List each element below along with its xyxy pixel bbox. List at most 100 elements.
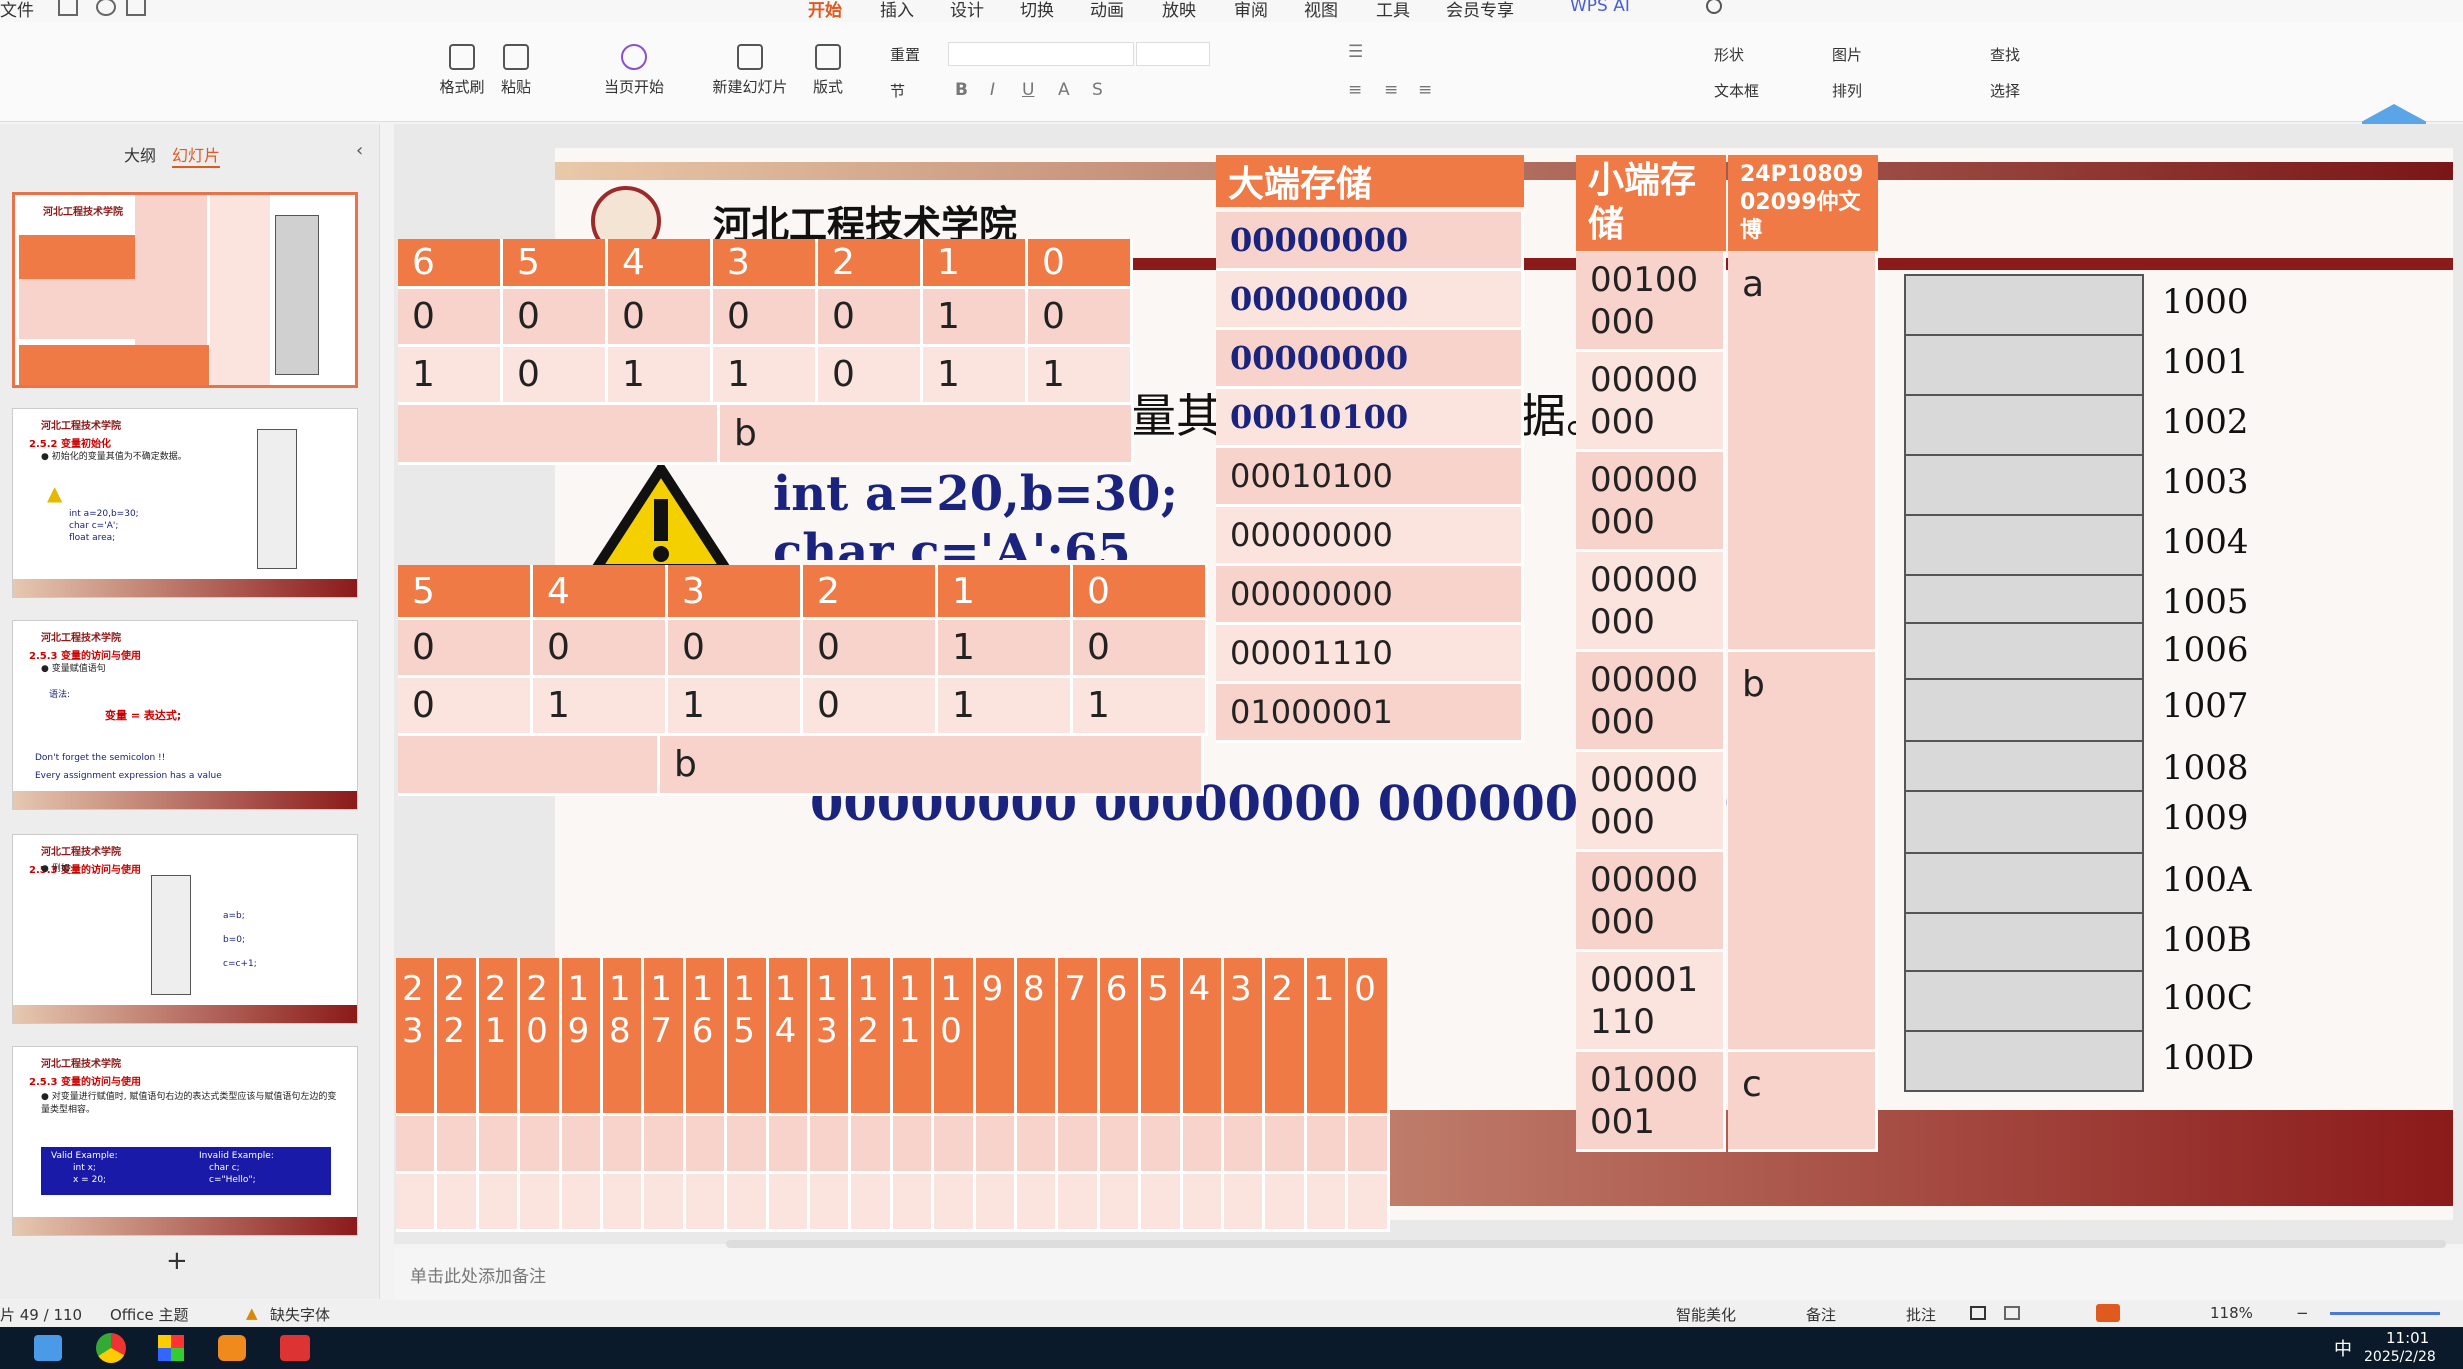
memory-address: 100C (2162, 978, 2253, 1018)
notes-button[interactable]: 备注 (1806, 1304, 1836, 1325)
tab-member[interactable]: 会员专享 (1446, 0, 1514, 21)
table-cell: 1 (713, 347, 818, 405)
picture-button[interactable]: 图片 (1832, 44, 1862, 65)
tab-slides[interactable]: 幻灯片 (172, 142, 221, 168)
table-cell: 0 (803, 620, 938, 678)
italic-icon[interactable]: I (990, 80, 995, 100)
reset-button[interactable]: 重置 (890, 44, 920, 65)
zoom-out-icon[interactable]: − (2296, 1304, 2309, 1322)
align-right-icon[interactable]: ≡ (1418, 80, 1432, 100)
redo-icon[interactable] (96, 0, 116, 16)
from-current-button[interactable]: 当页开始 (594, 44, 674, 97)
table-cell (398, 405, 720, 465)
little-endian-row: 00000000 (1576, 552, 1726, 652)
beautify-button[interactable]: 智能美化 (1676, 1304, 1736, 1325)
thumb-text: Don't forget the semicolon !! (35, 753, 166, 763)
zoom-slider[interactable] (2330, 1312, 2440, 1315)
sorter-view-icon[interactable] (2004, 1306, 2020, 1320)
format-painter-button[interactable]: 格式刷 (432, 44, 492, 97)
table-cell: 1 (938, 620, 1073, 678)
slide-thumb-52[interactable]: 河北工程技术学院 2.5.3 变量的访问与使用 ● 例如: a=b; b=0; … (12, 834, 358, 1024)
bit-header-cell: 3 (1224, 958, 1266, 1116)
notes-area[interactable]: 单击此处添加备注 (394, 1248, 2463, 1300)
table-cell: 1 (1073, 678, 1208, 736)
search-icon[interactable] (1706, 0, 1722, 14)
little-endian-row: 01000001 (1576, 1052, 1726, 1152)
underline-icon[interactable]: U (1022, 80, 1034, 100)
print-icon[interactable] (126, 0, 146, 16)
bit-header-cell: 2 (1265, 958, 1307, 1116)
table-cell: 0 (398, 289, 503, 347)
tab-design[interactable]: 设计 (950, 0, 984, 21)
slide-thumb-53[interactable]: 河北工程技术学院 2.5.3 变量的访问与使用 ● 对变量进行赋值时, 赋值语句… (12, 1046, 358, 1236)
code-line-1: int a=20,b=30; (773, 466, 1179, 522)
missing-font-label[interactable]: 缺失字体 (270, 1304, 330, 1325)
bit-cell (768, 1174, 810, 1232)
paste-button[interactable]: 粘贴 (494, 44, 538, 97)
comment-button[interactable]: 批注 (1906, 1304, 1936, 1325)
ime-indicator[interactable]: 中 (2334, 1335, 2352, 1361)
save-icon[interactable] (58, 0, 78, 16)
thumb-big-endian (135, 195, 207, 345)
tab-insert[interactable]: 插入 (880, 0, 914, 21)
tab-slideshow[interactable]: 放映 (1162, 0, 1196, 21)
table-cell: 0 (533, 620, 668, 678)
section-button[interactable]: 节 (890, 80, 905, 101)
chrome-icon[interactable] (96, 1333, 126, 1363)
strikethrough-icon[interactable]: A (1058, 80, 1070, 100)
tab-wps-ai[interactable]: WPS AI (1570, 0, 1630, 16)
tab-review[interactable]: 审阅 (1234, 0, 1268, 21)
table-cell: 0 (803, 678, 938, 736)
align-left-icon[interactable]: ≡ (1348, 80, 1362, 100)
bit-cell (396, 1116, 438, 1174)
find-button[interactable]: 查找 (1990, 44, 2020, 65)
bold-icon[interactable]: B (955, 80, 968, 100)
tab-tools[interactable]: 工具 (1376, 0, 1410, 21)
tab-animation[interactable]: 动画 (1090, 0, 1124, 21)
select-button[interactable]: 选择 (1990, 80, 2020, 101)
bullets-icon[interactable]: ☰ (1348, 42, 1363, 62)
bit-cell (478, 1174, 521, 1232)
bit-cell (1017, 1174, 1059, 1232)
bit-cell (1058, 1116, 1100, 1174)
app-icon[interactable] (158, 1335, 184, 1361)
clock-time[interactable]: 11:01 (2386, 1329, 2429, 1347)
shape-button[interactable]: 形状 (1714, 44, 1744, 65)
new-slide-button[interactable]: 新建幻灯片 (700, 44, 800, 97)
shadow-icon[interactable]: S (1092, 80, 1103, 100)
little-endian-row: 00100000 (1576, 252, 1726, 352)
table-cell: 1 (398, 347, 503, 405)
add-slide-button[interactable]: + (166, 1246, 188, 1276)
bit-cell (851, 1174, 893, 1232)
bit-cell (478, 1116, 521, 1174)
tab-transition[interactable]: 切换 (1020, 0, 1054, 21)
zoom-level[interactable]: 118% (2210, 1304, 2253, 1322)
tab-outline[interactable]: 大纲 (124, 142, 156, 166)
slide-thumb-49[interactable]: 河北工程技术学院 (12, 192, 358, 388)
table-cell: 1 (668, 678, 803, 736)
slide-thumb-51[interactable]: 河北工程技术学院 2.5.3 变量的访问与使用 ● 变量赋值语句 语法: 变量 … (12, 620, 358, 810)
menu-file[interactable]: 文件 (0, 0, 34, 21)
thumb-band (13, 791, 357, 809)
little-endian-row: 00000000 (1576, 452, 1726, 552)
memory-cell (1904, 1030, 2144, 1092)
textbox-button[interactable]: 文本框 (1714, 80, 1759, 101)
horizontal-scrollbar[interactable] (726, 1240, 2446, 1248)
arrange-button[interactable]: 排列 (1832, 80, 1862, 101)
bit-cell (685, 1174, 728, 1232)
app-icon-2[interactable] (218, 1335, 246, 1361)
collapse-icon[interactable]: ‹ (356, 140, 363, 161)
theme-label[interactable]: Office 主题 (110, 1304, 189, 1325)
font-size-select[interactable] (1136, 42, 1210, 66)
feishu-icon[interactable] (34, 1335, 62, 1361)
bit-cell (1182, 1116, 1224, 1174)
tab-view[interactable]: 视图 (1304, 0, 1338, 21)
wps-icon[interactable] (280, 1335, 310, 1361)
align-center-icon[interactable]: ≡ (1384, 80, 1398, 100)
slide-thumb-50[interactable]: 河北工程技术学院 2.5.2 变量初始化 ● 初始化的变量其值为不确定数据。 ▲… (12, 408, 358, 598)
memory-address: 1000 (2162, 282, 2249, 322)
normal-view-icon[interactable] (1970, 1306, 1986, 1320)
font-family-select[interactable] (948, 42, 1134, 66)
layout-button[interactable]: 版式 (806, 44, 850, 97)
slideshow-icon[interactable] (2096, 1304, 2120, 1322)
